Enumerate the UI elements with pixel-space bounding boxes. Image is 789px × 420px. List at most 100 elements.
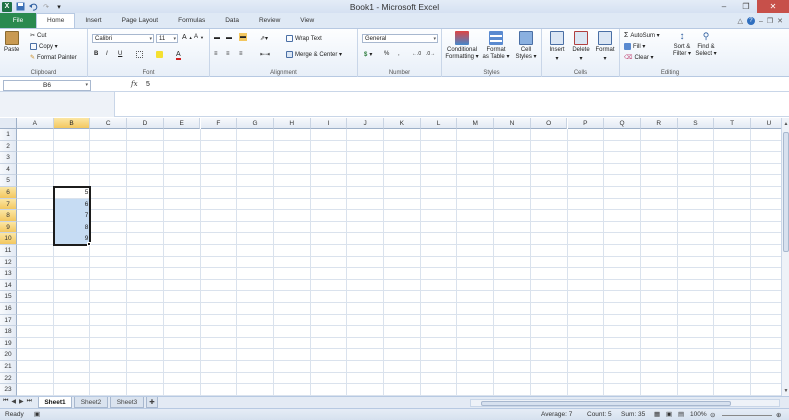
- first-sheet-icon[interactable]: ⏮: [3, 398, 8, 405]
- borders-button[interactable]: [136, 51, 143, 58]
- row-header-11[interactable]: 11: [0, 245, 17, 257]
- prev-sheet-icon[interactable]: ◀: [11, 398, 16, 405]
- wrap-text-button[interactable]: Wrap Text: [286, 35, 322, 42]
- copy-button[interactable]: Copy ▾: [30, 43, 58, 50]
- column-header-r[interactable]: R: [640, 118, 678, 129]
- minimize-ribbon-icon[interactable]: △: [738, 17, 743, 25]
- row-header-2[interactable]: 2: [0, 140, 17, 153]
- sort-filter-button[interactable]: ↕ Sort & Filter ▾: [670, 31, 694, 58]
- row-header-1[interactable]: 1: [0, 129, 17, 141]
- orientation-button[interactable]: ⇗▾: [260, 35, 268, 42]
- format-as-table-button[interactable]: Format as Table ▾: [482, 31, 510, 61]
- font-color-button[interactable]: A: [176, 51, 181, 60]
- bold-button[interactable]: B: [94, 51, 98, 57]
- merge-center-button[interactable]: Merge & Center ▾: [286, 51, 342, 58]
- page-break-view-icon[interactable]: ▤: [678, 410, 684, 418]
- row-header-4[interactable]: 4: [0, 163, 17, 176]
- font-size-select[interactable]: 11 ▾: [156, 34, 178, 43]
- column-header-b[interactable]: B: [53, 118, 91, 129]
- font-name-select[interactable]: Calibri ▾: [92, 34, 154, 43]
- row-header-9[interactable]: 9: [0, 221, 17, 234]
- currency-button[interactable]: $ ▾: [364, 51, 372, 59]
- minimize-button[interactable]: –: [713, 0, 735, 13]
- column-header-q[interactable]: Q: [604, 118, 641, 129]
- row-header-3[interactable]: 3: [0, 152, 17, 164]
- number-format-select[interactable]: General ▾: [362, 34, 438, 43]
- restore-button[interactable]: ❐: [735, 0, 757, 13]
- customize-qat-icon[interactable]: ▾: [54, 2, 64, 12]
- horizontal-scroll-thumb[interactable]: [481, 401, 731, 406]
- percent-button[interactable]: %: [384, 51, 389, 57]
- row-header-13[interactable]: 13: [0, 268, 17, 280]
- cut-button[interactable]: ✂ Cut: [30, 32, 46, 40]
- decrease-indent-button[interactable]: ⇤⇥: [260, 51, 270, 58]
- delete-cells-button[interactable]: Delete ▾: [570, 31, 592, 62]
- conditional-formatting-button[interactable]: Conditional Formatting ▾: [445, 31, 479, 61]
- column-header-o[interactable]: O: [530, 118, 568, 129]
- row-header-16[interactable]: 16: [0, 303, 17, 315]
- zoom-level[interactable]: 100%: [690, 411, 707, 418]
- paste-button[interactable]: Paste: [4, 31, 19, 53]
- grow-font-button[interactable]: A ▲: [182, 34, 193, 41]
- row-header-12[interactable]: 12: [0, 256, 17, 269]
- align-center-button[interactable]: ≡: [226, 51, 230, 57]
- zoom-slider[interactable]: [722, 415, 772, 416]
- sheet-tab-sheet2[interactable]: Sheet2: [74, 397, 108, 408]
- tab-review[interactable]: Review: [249, 14, 290, 28]
- top-align-button[interactable]: ▬: [214, 35, 220, 41]
- column-header-m[interactable]: M: [457, 118, 495, 129]
- column-header-s[interactable]: S: [677, 118, 715, 129]
- align-right-button[interactable]: ≡: [239, 51, 243, 57]
- help-icon[interactable]: ?: [746, 17, 755, 25]
- bottom-align-button[interactable]: ▬: [239, 33, 247, 41]
- cell-styles-button[interactable]: Cell Styles ▾: [514, 31, 538, 61]
- column-header-k[interactable]: K: [384, 118, 421, 129]
- row-header-14[interactable]: 14: [0, 279, 17, 292]
- zoom-out-icon[interactable]: ⊝: [710, 411, 715, 419]
- column-header-g[interactable]: G: [237, 118, 274, 129]
- column-header-a[interactable]: A: [17, 118, 54, 129]
- excel-logo-icon[interactable]: X: [2, 1, 12, 12]
- fill-button[interactable]: Fill ▾: [624, 43, 645, 50]
- column-header-p[interactable]: P: [567, 118, 605, 129]
- column-header-h[interactable]: H: [273, 118, 311, 129]
- column-header-d[interactable]: D: [127, 118, 164, 129]
- align-left-button[interactable]: ≡: [214, 51, 218, 57]
- scroll-down-icon[interactable]: ▼: [782, 388, 789, 396]
- sheet-tab-sheet3[interactable]: Sheet3: [110, 397, 144, 408]
- tab-data[interactable]: Data: [215, 14, 249, 28]
- row-header-23[interactable]: 23: [0, 384, 17, 396]
- shrink-font-button[interactable]: A ▼: [194, 34, 204, 40]
- find-select-button[interactable]: ⚲ Find & Select ▾: [694, 31, 718, 58]
- row-header-21[interactable]: 21: [0, 361, 17, 373]
- zoom-in-icon[interactable]: ⊕: [776, 411, 781, 419]
- column-header-u[interactable]: U: [751, 118, 781, 129]
- row-header-7[interactable]: 7: [0, 198, 17, 211]
- next-sheet-icon[interactable]: ▶: [19, 398, 24, 405]
- row-header-20[interactable]: 20: [0, 349, 17, 361]
- vertical-scrollbar[interactable]: ▲ ▼: [781, 118, 789, 396]
- close-button[interactable]: ✕: [757, 0, 789, 13]
- column-header-j[interactable]: J: [347, 118, 384, 129]
- format-painter-button[interactable]: ✎ Format Painter: [30, 54, 77, 62]
- column-header-n[interactable]: N: [494, 118, 531, 129]
- page-layout-view-icon[interactable]: ▣: [666, 410, 672, 418]
- row-header-18[interactable]: 18: [0, 326, 17, 338]
- row-header-6[interactable]: 6: [0, 187, 17, 199]
- fill-handle[interactable]: [87, 242, 92, 246]
- tab-page-layout[interactable]: Page Layout: [112, 14, 169, 28]
- format-cells-button[interactable]: Format ▾: [594, 31, 616, 62]
- row-header-17[interactable]: 17: [0, 314, 17, 327]
- sheet-tab-sheet1[interactable]: Sheet1: [38, 397, 72, 408]
- scroll-up-icon[interactable]: ▲: [782, 121, 789, 129]
- row-header-15[interactable]: 15: [0, 291, 17, 303]
- insert-sheet-icon[interactable]: ✚: [146, 397, 158, 408]
- redo-icon[interactable]: ↷: [41, 2, 51, 12]
- column-header-e[interactable]: E: [163, 118, 201, 129]
- decrease-decimal-button[interactable]: .0→: [426, 51, 435, 57]
- insert-function-icon[interactable]: fx: [131, 80, 138, 88]
- tab-insert[interactable]: Insert: [75, 14, 111, 28]
- column-header-i[interactable]: I: [310, 118, 348, 129]
- horizontal-scrollbar[interactable]: [470, 399, 780, 407]
- column-header-l[interactable]: L: [420, 118, 458, 129]
